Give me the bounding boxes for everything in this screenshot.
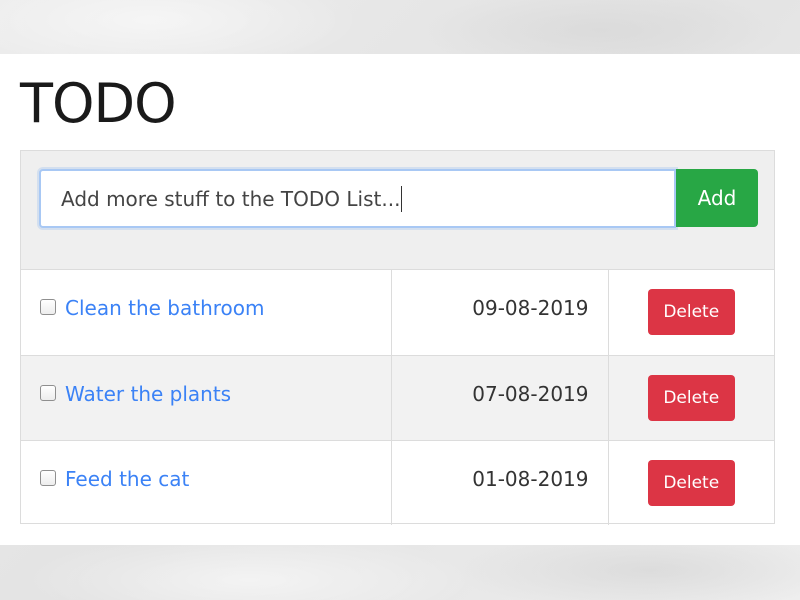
todo-link[interactable]: Clean the bathroom [65,296,265,320]
add-todo-bar: Add more stuff to the TODO List... Add [21,151,774,270]
delete-button[interactable]: Delete [647,459,735,506]
todo-date: 09-08-2019 [391,270,609,355]
delete-button[interactable]: Delete [647,289,735,335]
table-row: Feed the cat 01-08-2019 Delete [21,439,774,525]
todo-checkbox[interactable] [40,299,56,315]
task-cell: Water the plants [21,354,392,440]
todo-link[interactable]: Water the plants [65,382,231,406]
table-row: Clean the bathroom 09-08-2019 Delete [21,270,774,355]
todo-checkbox[interactable] [40,384,56,401]
todo-input[interactable]: Add more stuff to the TODO List... [39,169,676,228]
action-cell: Delete [608,439,774,525]
action-cell: Delete [608,354,774,440]
task-cell: Feed the cat [21,439,392,525]
action-cell: Delete [608,270,774,355]
todo-card: TODO Add more stuff to the TODO List... … [0,54,800,545]
delete-button[interactable]: Delete [647,374,735,421]
todo-checkbox[interactable] [40,469,56,486]
table-row: Water the plants 07-08-2019 Delete [21,354,774,440]
todo-input-text: Add more stuff to the TODO List... [61,186,401,211]
add-button[interactable]: Add [676,169,758,227]
todo-table: Clean the bathroom 09-08-2019 Delete Wat… [21,270,774,525]
todo-date: 07-08-2019 [391,354,609,440]
todo-link[interactable]: Feed the cat [65,467,189,491]
page-title: TODO [20,72,177,135]
task-cell: Clean the bathroom [21,270,392,355]
todo-date: 01-08-2019 [391,439,609,525]
todo-panel: Add more stuff to the TODO List... Add C… [20,150,775,525]
text-caret [401,185,403,212]
